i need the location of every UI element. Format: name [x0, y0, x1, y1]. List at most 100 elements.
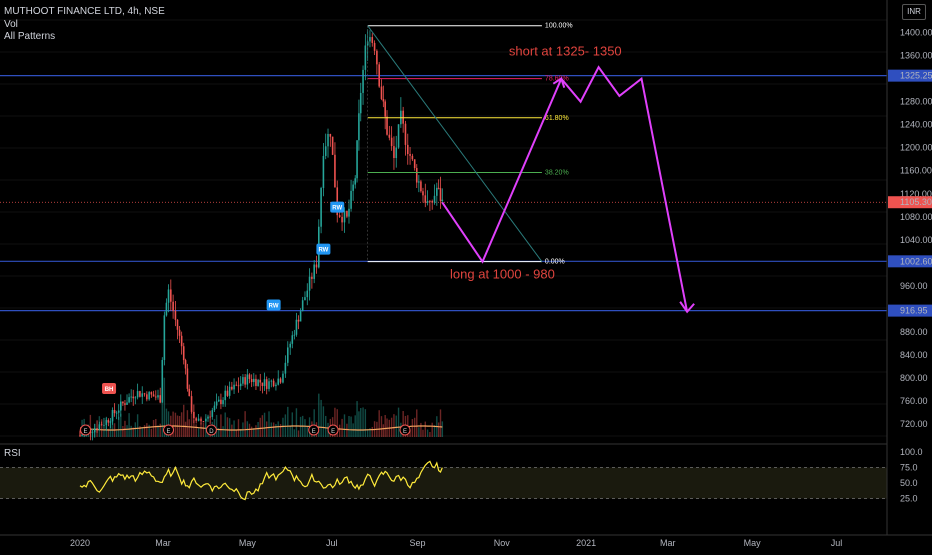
candle-body [390, 137, 393, 147]
candle-body [197, 418, 200, 421]
candle-body [301, 300, 304, 312]
chart-canvas[interactable]: 100.00%78.60%61.80%38.20%0.00% BHRWRWRW … [0, 0, 932, 550]
volume-bar [126, 425, 128, 437]
price-axis-tick: 800.00 [900, 373, 928, 383]
candle-body [418, 181, 420, 183]
candle-body [272, 380, 275, 387]
candle-body [200, 418, 202, 422]
candle-body [163, 315, 166, 360]
candle-body [100, 424, 103, 426]
annotation-short: short at 1325- 1350 [509, 44, 622, 59]
volume-bar [439, 409, 442, 437]
candle-body [220, 399, 222, 405]
volume-bar [441, 421, 444, 437]
rsi-indicator-label[interactable]: RSI [4, 448, 21, 460]
candle-body [143, 393, 146, 395]
candle-body [252, 378, 255, 383]
patterns-indicator-label[interactable]: All Patterns [4, 31, 55, 43]
candle-body [441, 199, 444, 202]
event-marker-label: E [331, 429, 335, 435]
annotation-long: long at 1000 - 980 [450, 267, 555, 282]
rsi-band [0, 467, 887, 499]
volume-bar [200, 422, 202, 437]
candle-body [182, 346, 185, 361]
candle-body [233, 384, 235, 390]
currency-badge[interactable]: INR [902, 4, 926, 20]
time-axis-tick: May [239, 538, 257, 548]
candle-body [289, 343, 292, 348]
volume-bar [261, 415, 264, 437]
candle-body [362, 69, 364, 93]
volume-bar [146, 423, 148, 437]
volume-bar [183, 404, 185, 437]
event-marker-label: E [84, 429, 88, 435]
candle-body [119, 401, 122, 411]
volume-bar [413, 417, 416, 437]
current-price-tag-label: 1105.30 [900, 197, 932, 207]
candle-body [439, 188, 442, 202]
volume-bar [325, 415, 327, 437]
candle-body [358, 113, 360, 141]
volume-bar [268, 411, 270, 437]
candle-body [172, 301, 174, 311]
candle-body [382, 98, 385, 102]
candle-body [295, 319, 298, 335]
candle-body [313, 264, 315, 279]
volume-bar [226, 417, 229, 437]
volume-bar [237, 419, 240, 437]
candle-body [297, 319, 300, 322]
volume-bar [378, 410, 380, 437]
candle-body [402, 110, 404, 124]
volume-bar [231, 424, 233, 437]
candle-body [122, 401, 124, 404]
candle-body [161, 359, 164, 403]
volume-bar [250, 426, 253, 437]
candle-body [404, 123, 407, 145]
candle-body [308, 276, 311, 291]
volume-bar [429, 431, 431, 437]
volume-bar [248, 423, 251, 437]
volume-bar [275, 423, 277, 437]
volume-bar [295, 408, 298, 437]
volume-bar [341, 418, 343, 437]
pattern-badge-label: RW [269, 303, 279, 309]
candle-body [128, 397, 130, 403]
candle-body [167, 289, 170, 303]
candle-body [306, 290, 309, 298]
candle-body [239, 383, 242, 387]
candle-body [130, 396, 132, 398]
volume-indicator-label[interactable]: Vol [4, 19, 18, 31]
fib-level-label: 38.20% [545, 169, 569, 176]
candle-body [174, 310, 177, 320]
candle-body [373, 42, 376, 51]
volume-bar [266, 421, 268, 437]
candle-body [343, 210, 346, 223]
candle-body [115, 412, 118, 414]
volume-bar [380, 416, 383, 437]
candle-body [150, 392, 153, 395]
candle-body [411, 155, 414, 160]
candle-body [356, 140, 358, 179]
volume-bar [220, 414, 222, 437]
candle-body [327, 133, 329, 147]
price-axis-tick: 840.00 [900, 350, 928, 360]
event-marker-label: E [403, 429, 407, 435]
price-axis-tick: 1240.00 [900, 120, 932, 130]
candle-body [354, 178, 357, 185]
candle-body [311, 276, 313, 279]
candle-body [437, 187, 440, 189]
candle-body [386, 116, 388, 135]
candle-body [378, 64, 380, 87]
price-axis-tick: 1400.00 [900, 28, 932, 38]
price-axis-tick: 760.00 [900, 396, 928, 406]
time-axis-tick: Nov [494, 538, 511, 548]
candle-body [103, 424, 105, 426]
candle-body [190, 396, 193, 412]
chart-root[interactable]: 100.00% 78.60% 61.80% 38.20% 0.00% BH RW RW RW … [0, 0, 932, 550]
volume-bar [411, 419, 414, 437]
candle-body [424, 195, 427, 203]
volume-bar [197, 428, 200, 437]
candle-body [277, 378, 280, 385]
volume-bar [259, 417, 261, 437]
level-price-tag-label: 1002.60 [900, 256, 932, 266]
